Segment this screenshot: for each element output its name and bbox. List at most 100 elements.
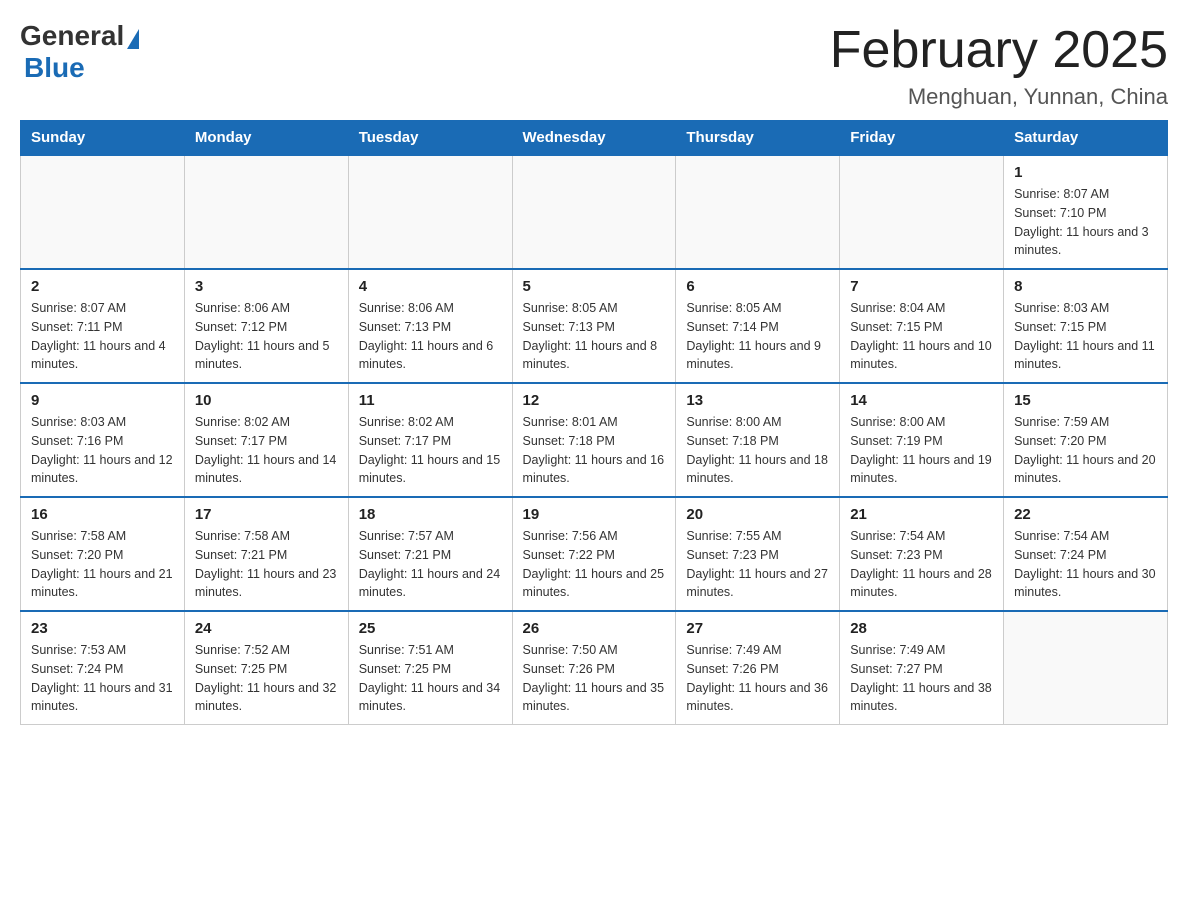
table-row: 9 Sunrise: 8:03 AMSunset: 7:16 PMDaylight… xyxy=(21,383,185,497)
table-row xyxy=(348,155,512,269)
day-number: 22 xyxy=(1014,506,1157,523)
calendar-week-row: 1 Sunrise: 8:07 AMSunset: 7:10 PMDaylight… xyxy=(21,155,1168,269)
logo: General Blue xyxy=(20,20,139,84)
table-row: 27 Sunrise: 7:49 AMSunset: 7:26 PMDayligh… xyxy=(676,611,840,725)
day-number: 11 xyxy=(359,392,502,409)
day-info: Sunrise: 8:03 AMSunset: 7:16 PMDaylight:… xyxy=(31,413,174,488)
day-info: Sunrise: 8:05 AMSunset: 7:13 PMDaylight:… xyxy=(523,299,666,374)
table-row: 18 Sunrise: 7:57 AMSunset: 7:21 PMDayligh… xyxy=(348,497,512,611)
day-number: 8 xyxy=(1014,278,1157,295)
table-row: 7 Sunrise: 8:04 AMSunset: 7:15 PMDaylight… xyxy=(840,269,1004,383)
col-friday: Friday xyxy=(840,121,1004,156)
day-info: Sunrise: 7:49 AMSunset: 7:27 PMDaylight:… xyxy=(850,641,993,716)
day-info: Sunrise: 7:58 AMSunset: 7:20 PMDaylight:… xyxy=(31,527,174,602)
table-row: 25 Sunrise: 7:51 AMSunset: 7:25 PMDayligh… xyxy=(348,611,512,725)
table-row: 15Sunrise: 7:59 AMSunset: 7:20 PMDayligh… xyxy=(1004,383,1168,497)
day-number: 26 xyxy=(523,620,666,637)
day-info: Sunrise: 7:53 AMSunset: 7:24 PMDaylight:… xyxy=(31,641,174,716)
table-row: 3 Sunrise: 8:06 AMSunset: 7:12 PMDaylight… xyxy=(184,269,348,383)
table-row xyxy=(676,155,840,269)
day-info: Sunrise: 7:54 AMSunset: 7:24 PMDaylight:… xyxy=(1014,527,1157,602)
day-number: 12 xyxy=(523,392,666,409)
day-number: 24 xyxy=(195,620,338,637)
table-row: 19 Sunrise: 7:56 AMSunset: 7:22 PMDayligh… xyxy=(512,497,676,611)
day-info: Sunrise: 8:00 AMSunset: 7:18 PMDaylight:… xyxy=(686,413,829,488)
table-row: 26 Sunrise: 7:50 AMSunset: 7:26 PMDayligh… xyxy=(512,611,676,725)
calendar-week-row: 23 Sunrise: 7:53 AMSunset: 7:24 PMDayligh… xyxy=(21,611,1168,725)
day-number: 28 xyxy=(850,620,993,637)
day-info: Sunrise: 7:52 AMSunset: 7:25 PMDaylight:… xyxy=(195,641,338,716)
day-number: 1 xyxy=(1014,164,1157,181)
day-info: Sunrise: 7:49 AMSunset: 7:26 PMDaylight:… xyxy=(686,641,829,716)
table-row: 23 Sunrise: 7:53 AMSunset: 7:24 PMDayligh… xyxy=(21,611,185,725)
day-number: 18 xyxy=(359,506,502,523)
day-info: Sunrise: 8:06 AMSunset: 7:12 PMDaylight:… xyxy=(195,299,338,374)
table-row: 1 Sunrise: 8:07 AMSunset: 7:10 PMDaylight… xyxy=(1004,155,1168,269)
col-monday: Monday xyxy=(184,121,348,156)
day-info: Sunrise: 7:57 AMSunset: 7:21 PMDaylight:… xyxy=(359,527,502,602)
day-info: Sunrise: 8:00 AMSunset: 7:19 PMDaylight:… xyxy=(850,413,993,488)
table-row: 2 Sunrise: 8:07 AMSunset: 7:11 PMDaylight… xyxy=(21,269,185,383)
day-number: 9 xyxy=(31,392,174,409)
day-number: 20 xyxy=(686,506,829,523)
col-thursday: Thursday xyxy=(676,121,840,156)
page-header: General Blue February 2025 Menghuan, Yun… xyxy=(20,20,1168,110)
day-info: Sunrise: 8:03 AMSunset: 7:15 PMDaylight:… xyxy=(1014,299,1157,374)
calendar-header-row: Sunday Monday Tuesday Wednesday Thursday… xyxy=(21,121,1168,156)
table-row: 20 Sunrise: 7:55 AMSunset: 7:23 PMDayligh… xyxy=(676,497,840,611)
table-row xyxy=(840,155,1004,269)
day-info: Sunrise: 8:02 AMSunset: 7:17 PMDaylight:… xyxy=(195,413,338,488)
day-info: Sunrise: 7:50 AMSunset: 7:26 PMDaylight:… xyxy=(523,641,666,716)
col-sunday: Sunday xyxy=(21,121,185,156)
day-number: 21 xyxy=(850,506,993,523)
table-row: 6 Sunrise: 8:05 AMSunset: 7:14 PMDaylight… xyxy=(676,269,840,383)
day-info: Sunrise: 7:51 AMSunset: 7:25 PMDaylight:… xyxy=(359,641,502,716)
table-row: 13 Sunrise: 8:00 AMSunset: 7:18 PMDayligh… xyxy=(676,383,840,497)
day-number: 23 xyxy=(31,620,174,637)
table-row: 11 Sunrise: 8:02 AMSunset: 7:17 PMDayligh… xyxy=(348,383,512,497)
calendar-week-row: 16Sunrise: 7:58 AMSunset: 7:20 PMDayligh… xyxy=(21,497,1168,611)
day-info: Sunrise: 8:02 AMSunset: 7:17 PMDaylight:… xyxy=(359,413,502,488)
table-row: 5Sunrise: 8:05 AMSunset: 7:13 PMDaylight… xyxy=(512,269,676,383)
day-number: 27 xyxy=(686,620,829,637)
day-number: 10 xyxy=(195,392,338,409)
calendar-week-row: 2 Sunrise: 8:07 AMSunset: 7:11 PMDaylight… xyxy=(21,269,1168,383)
col-tuesday: Tuesday xyxy=(348,121,512,156)
calendar-week-row: 9 Sunrise: 8:03 AMSunset: 7:16 PMDaylight… xyxy=(21,383,1168,497)
logo-arrow-icon xyxy=(127,29,139,49)
table-row xyxy=(1004,611,1168,725)
title-block: February 2025 Menghuan, Yunnan, China xyxy=(830,20,1168,110)
day-number: 25 xyxy=(359,620,502,637)
table-row: 8 Sunrise: 8:03 AMSunset: 7:15 PMDaylight… xyxy=(1004,269,1168,383)
day-number: 2 xyxy=(31,278,174,295)
table-row xyxy=(512,155,676,269)
day-info: Sunrise: 8:01 AMSunset: 7:18 PMDaylight:… xyxy=(523,413,666,488)
col-saturday: Saturday xyxy=(1004,121,1168,156)
day-number: 3 xyxy=(195,278,338,295)
table-row: 12 Sunrise: 8:01 AMSunset: 7:18 PMDayligh… xyxy=(512,383,676,497)
table-row: 22 Sunrise: 7:54 AMSunset: 7:24 PMDayligh… xyxy=(1004,497,1168,611)
table-row: 4 Sunrise: 8:06 AMSunset: 7:13 PMDaylight… xyxy=(348,269,512,383)
calendar-title: February 2025 xyxy=(830,20,1168,80)
table-row xyxy=(184,155,348,269)
day-info: Sunrise: 7:54 AMSunset: 7:23 PMDaylight:… xyxy=(850,527,993,602)
day-number: 7 xyxy=(850,278,993,295)
table-row: 10 Sunrise: 8:02 AMSunset: 7:17 PMDayligh… xyxy=(184,383,348,497)
day-info: Sunrise: 8:06 AMSunset: 7:13 PMDaylight:… xyxy=(359,299,502,374)
day-info: Sunrise: 8:05 AMSunset: 7:14 PMDaylight:… xyxy=(686,299,829,374)
day-number: 6 xyxy=(686,278,829,295)
day-number: 13 xyxy=(686,392,829,409)
day-info: Sunrise: 8:04 AMSunset: 7:15 PMDaylight:… xyxy=(850,299,993,374)
table-row xyxy=(21,155,185,269)
logo-general-text: General xyxy=(20,20,124,52)
day-info: Sunrise: 8:07 AMSunset: 7:11 PMDaylight:… xyxy=(31,299,174,374)
day-number: 17 xyxy=(195,506,338,523)
day-info: Sunrise: 7:59 AMSunset: 7:20 PMDaylight:… xyxy=(1014,413,1157,488)
day-info: Sunrise: 8:07 AMSunset: 7:10 PMDaylight:… xyxy=(1014,185,1157,260)
day-info: Sunrise: 7:56 AMSunset: 7:22 PMDaylight:… xyxy=(523,527,666,602)
calendar-location: Menghuan, Yunnan, China xyxy=(830,84,1168,110)
day-number: 19 xyxy=(523,506,666,523)
day-info: Sunrise: 7:55 AMSunset: 7:23 PMDaylight:… xyxy=(686,527,829,602)
day-number: 4 xyxy=(359,278,502,295)
table-row: 24 Sunrise: 7:52 AMSunset: 7:25 PMDayligh… xyxy=(184,611,348,725)
